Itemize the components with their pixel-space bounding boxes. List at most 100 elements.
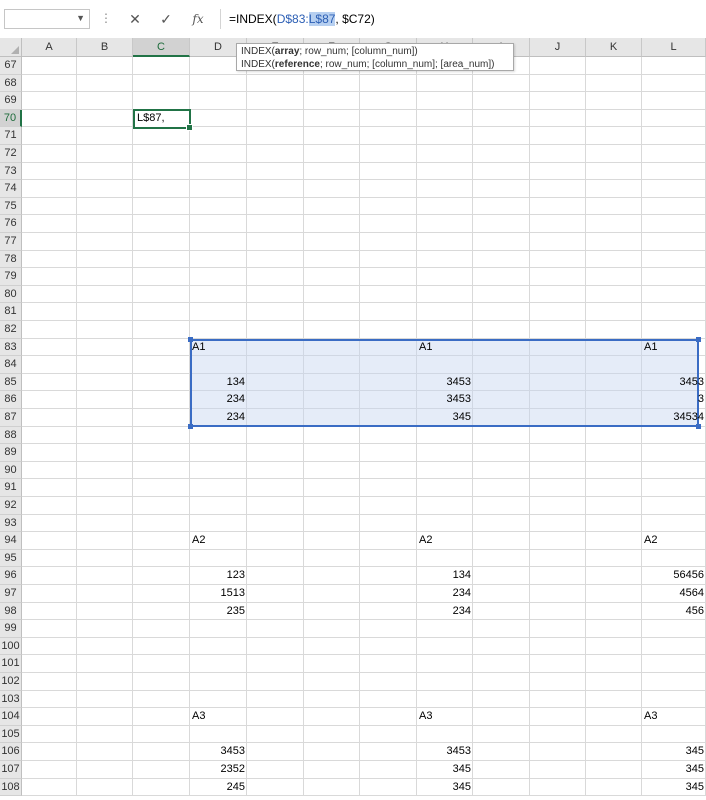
- cell-value-h107[interactable]: 345: [417, 761, 473, 779]
- cell-d92[interactable]: [190, 497, 247, 515]
- cell-c98[interactable]: [133, 602, 190, 621]
- cell-e68[interactable]: [247, 74, 304, 93]
- cell-j86[interactable]: [530, 391, 586, 409]
- cell-b69[interactable]: [77, 92, 133, 110]
- cell-c68[interactable]: [133, 74, 190, 93]
- cell-g81[interactable]: [360, 303, 417, 321]
- cell-c105[interactable]: [133, 725, 190, 744]
- row-header-95[interactable]: 95: [0, 549, 22, 568]
- cell-value-l94[interactable]: A2: [642, 532, 706, 550]
- cell-l72[interactable]: [642, 145, 706, 163]
- cell-f94[interactable]: [304, 532, 360, 550]
- cell-b102[interactable]: [77, 673, 133, 691]
- cell-i71[interactable]: [473, 127, 530, 145]
- cell-a106[interactable]: [22, 743, 77, 761]
- cell-b84[interactable]: [77, 356, 133, 374]
- cell-a74[interactable]: [22, 180, 77, 198]
- cell-h82[interactable]: [417, 321, 473, 339]
- cell-g75[interactable]: [360, 197, 417, 216]
- cell-j69[interactable]: [530, 92, 586, 110]
- row-header-100[interactable]: 100: [0, 637, 22, 656]
- name-box-dropdown-icon[interactable]: ▼: [76, 13, 85, 23]
- cell-g105[interactable]: [360, 725, 417, 744]
- cell-f79[interactable]: [304, 268, 360, 286]
- cell-i88[interactable]: [473, 426, 530, 445]
- cell-e85[interactable]: [247, 373, 304, 392]
- cell-b108[interactable]: [77, 778, 133, 797]
- cell-f104[interactable]: [304, 708, 360, 726]
- row-header-89[interactable]: 89: [0, 444, 22, 462]
- cell-value-l108[interactable]: 345: [642, 779, 706, 797]
- row-header-88[interactable]: 88: [0, 426, 22, 445]
- cell-k94[interactable]: [586, 532, 642, 550]
- cell-b95[interactable]: [77, 549, 133, 568]
- cell-k93[interactable]: [586, 514, 642, 533]
- cell-k69[interactable]: [586, 92, 642, 110]
- cell-g76[interactable]: [360, 215, 417, 233]
- cell-c93[interactable]: [133, 514, 190, 533]
- cell-value-d106[interactable]: 3453: [190, 743, 247, 761]
- cell-c89[interactable]: [133, 444, 190, 462]
- cell-l79[interactable]: [642, 268, 706, 286]
- cell-a98[interactable]: [22, 602, 77, 621]
- cell-b92[interactable]: [77, 497, 133, 515]
- cell-b96[interactable]: [77, 567, 133, 585]
- cell-f86[interactable]: [304, 391, 360, 409]
- cell-c72[interactable]: [133, 145, 190, 163]
- cell-h93[interactable]: [417, 514, 473, 533]
- cell-d103[interactable]: [190, 690, 247, 709]
- cell-a78[interactable]: [22, 250, 77, 269]
- cell-c92[interactable]: [133, 497, 190, 515]
- row-header-86[interactable]: 86: [0, 391, 22, 409]
- cell-a95[interactable]: [22, 549, 77, 568]
- cell-l88[interactable]: [642, 426, 706, 445]
- cell-value-d98[interactable]: 235: [190, 603, 247, 621]
- cell-i91[interactable]: [473, 479, 530, 497]
- cell-k77[interactable]: [586, 233, 642, 251]
- cell-l69[interactable]: [642, 92, 706, 110]
- cell-l76[interactable]: [642, 215, 706, 233]
- cell-a88[interactable]: [22, 426, 77, 445]
- cell-j100[interactable]: [530, 637, 586, 656]
- cell-k88[interactable]: [586, 426, 642, 445]
- cell-value-h106[interactable]: 3453: [417, 743, 473, 761]
- cell-c85[interactable]: [133, 373, 190, 392]
- cell-h71[interactable]: [417, 127, 473, 145]
- cell-j89[interactable]: [530, 444, 586, 462]
- cell-i72[interactable]: [473, 145, 530, 163]
- cell-value-h86[interactable]: 3453: [417, 391, 473, 409]
- cell-b76[interactable]: [77, 215, 133, 233]
- cell-c80[interactable]: [133, 285, 190, 304]
- cell-b99[interactable]: [77, 620, 133, 638]
- cell-j104[interactable]: [530, 708, 586, 726]
- cell-f99[interactable]: [304, 620, 360, 638]
- cell-k75[interactable]: [586, 197, 642, 216]
- row-header-91[interactable]: 91: [0, 479, 22, 497]
- cell-e105[interactable]: [247, 725, 304, 744]
- cell-k91[interactable]: [586, 479, 642, 497]
- row-header-78[interactable]: 78: [0, 250, 22, 269]
- cell-d101[interactable]: [190, 655, 247, 673]
- cell-i100[interactable]: [473, 637, 530, 656]
- cell-f80[interactable]: [304, 285, 360, 304]
- cell-g104[interactable]: [360, 708, 417, 726]
- cell-k68[interactable]: [586, 74, 642, 93]
- cell-e106[interactable]: [247, 743, 304, 761]
- row-header-73[interactable]: 73: [0, 162, 22, 181]
- cell-l75[interactable]: [642, 197, 706, 216]
- cell-h74[interactable]: [417, 180, 473, 198]
- cell-d69[interactable]: [190, 92, 247, 110]
- cell-b89[interactable]: [77, 444, 133, 462]
- cell-e96[interactable]: [247, 567, 304, 585]
- cell-c73[interactable]: [133, 162, 190, 181]
- row-header-70[interactable]: 70: [0, 109, 22, 128]
- cell-g96[interactable]: [360, 567, 417, 585]
- cell-k100[interactable]: [586, 637, 642, 656]
- cell-k84[interactable]: [586, 356, 642, 374]
- row-header-75[interactable]: 75: [0, 197, 22, 216]
- row-header-84[interactable]: 84: [0, 356, 22, 374]
- cell-l84[interactable]: [642, 356, 706, 374]
- cell-value-h97[interactable]: 234: [417, 585, 473, 603]
- cell-g80[interactable]: [360, 285, 417, 304]
- cell-e103[interactable]: [247, 690, 304, 709]
